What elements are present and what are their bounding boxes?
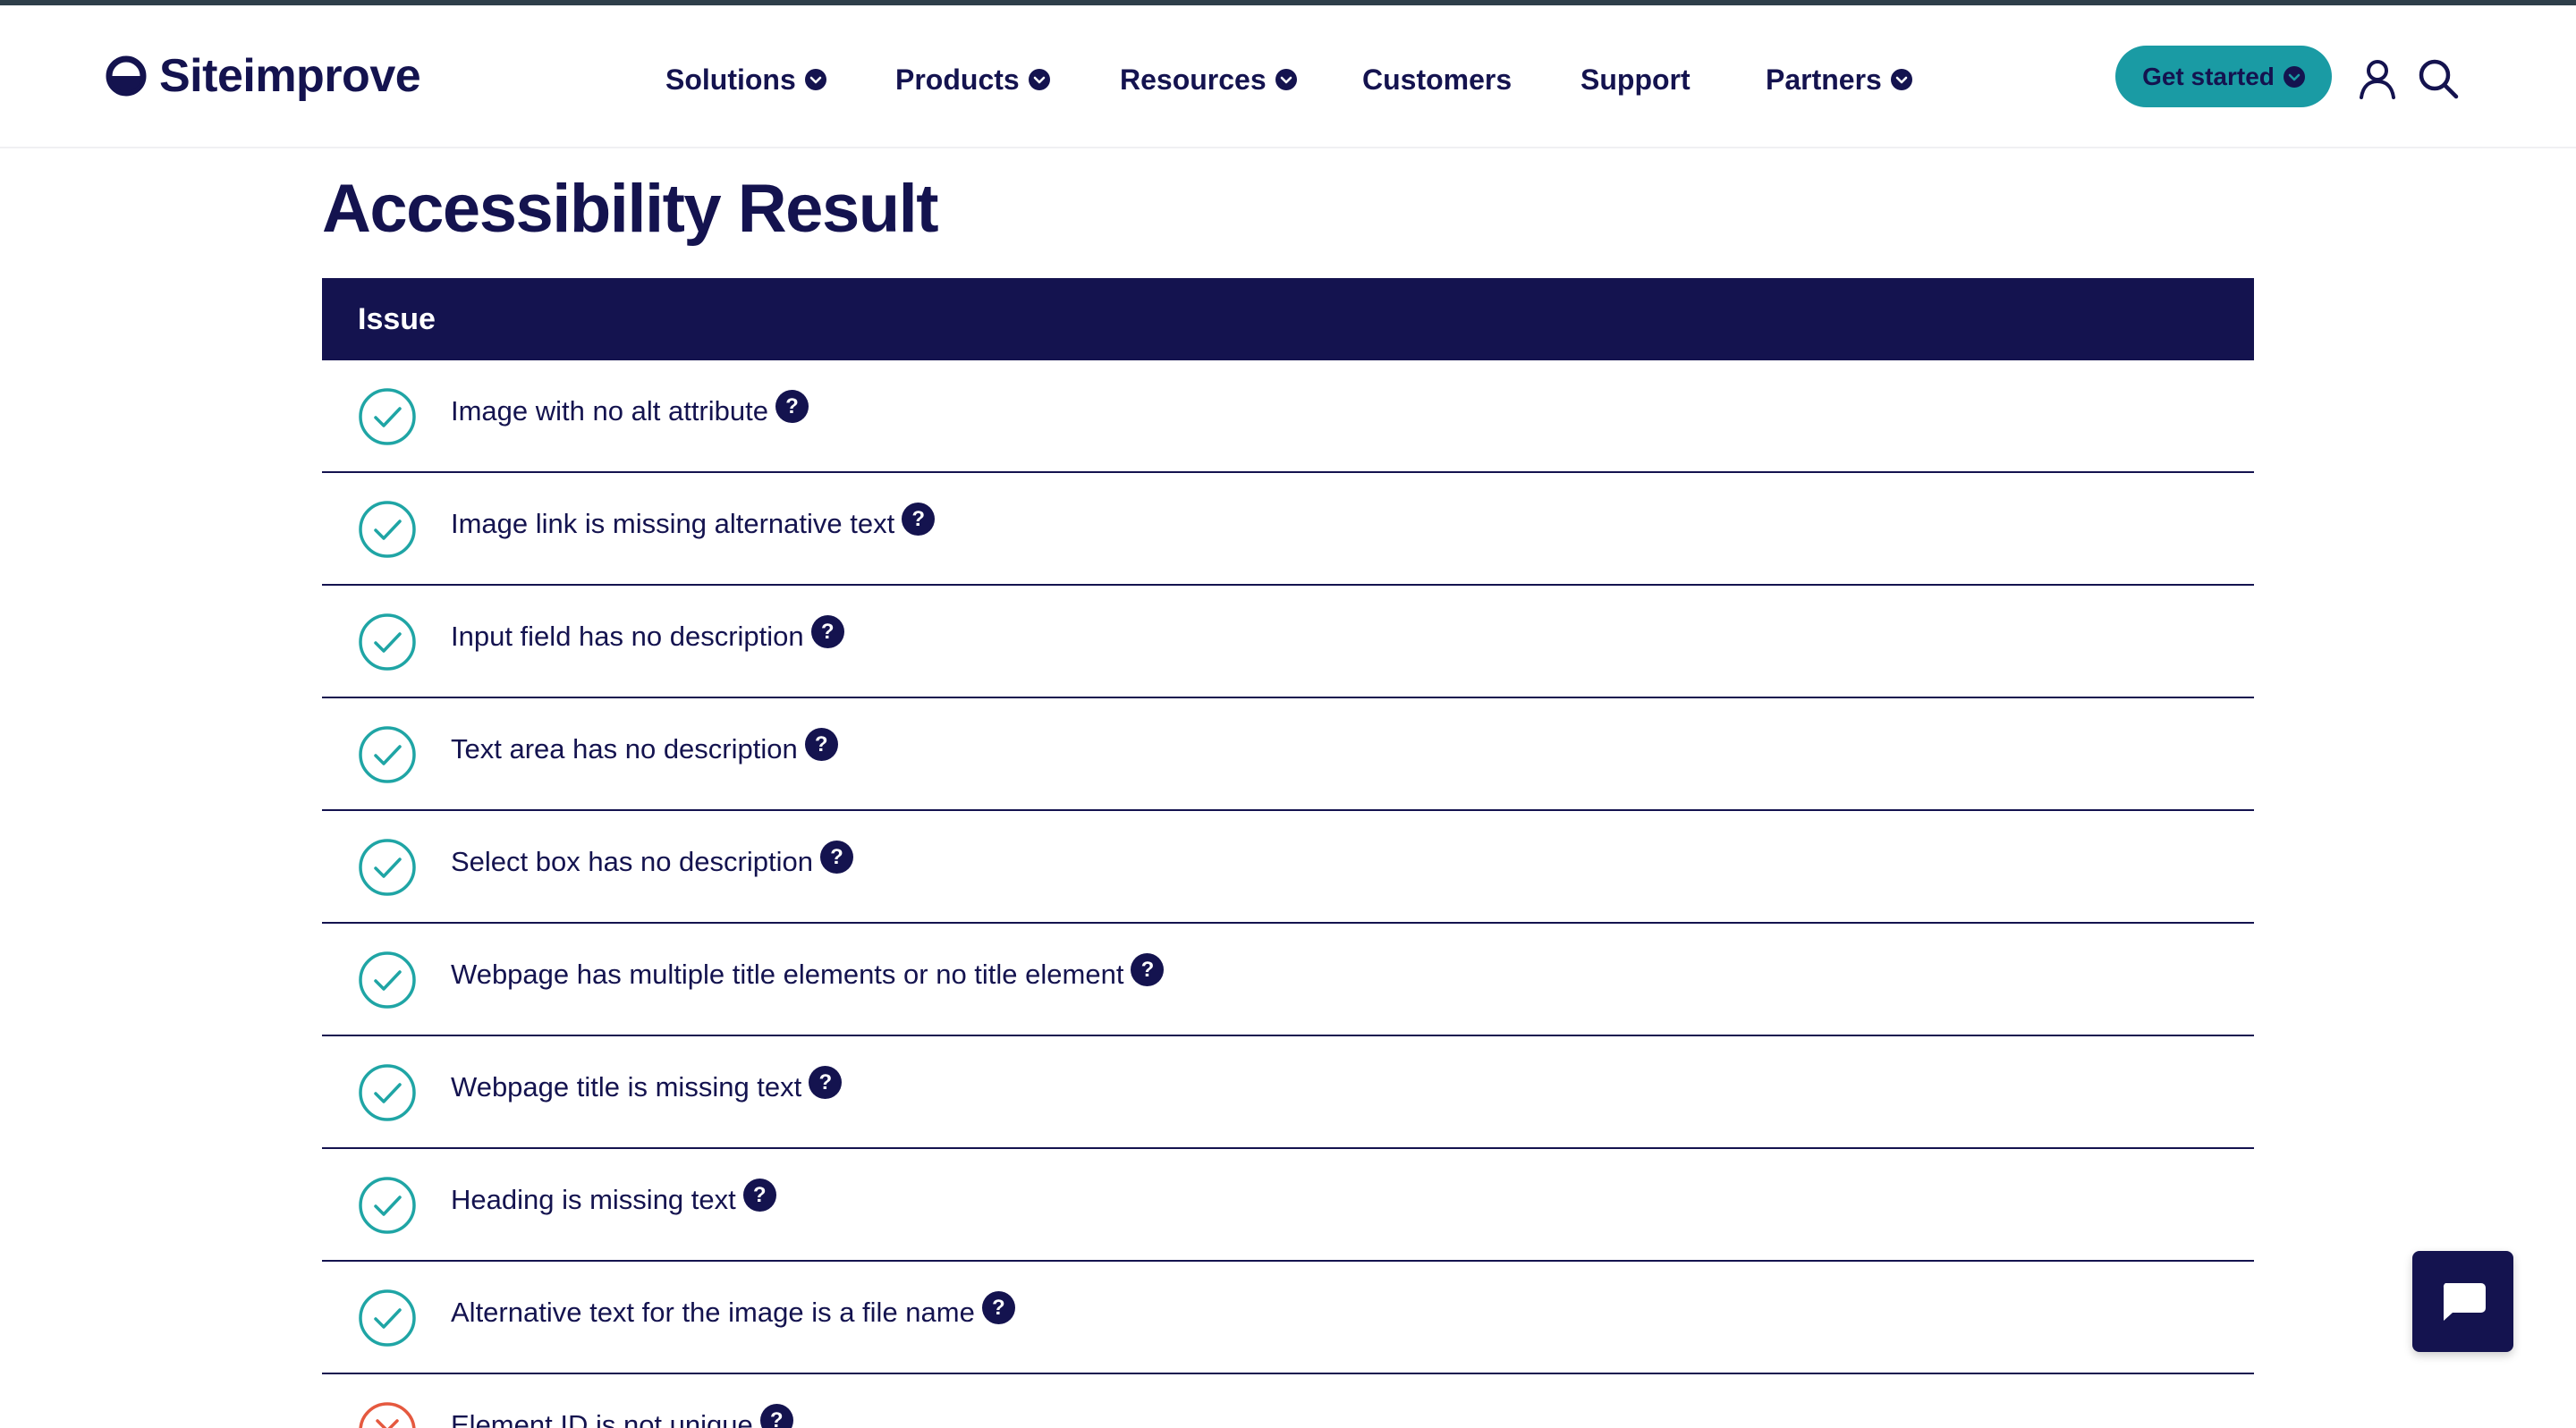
issue-label: Input field has no description (451, 621, 804, 653)
page-title: Accessibility Result (322, 170, 937, 248)
get-started-button[interactable]: Get started (2115, 46, 2332, 107)
help-icon[interactable]: ? (760, 1404, 793, 1428)
check-circle-icon (358, 951, 417, 1010)
table-row: Webpage title is missing text? (322, 1036, 2254, 1149)
check-circle-icon (358, 725, 417, 784)
table-row: Alternative text for the image is a file… (322, 1262, 2254, 1374)
issue-label: Image link is missing alternative text (451, 508, 894, 540)
issue-label: Alternative text for the image is a file… (451, 1297, 975, 1329)
check-circle-icon (358, 838, 417, 897)
nav-item-products[interactable]: Products (895, 57, 1050, 102)
nav-item-partners[interactable]: Partners (1766, 57, 1912, 102)
issue-label: Text area has no description (451, 733, 798, 765)
site-header: Siteimprove Solutions Products Resources… (0, 5, 2576, 148)
table-row: Text area has no description? (322, 698, 2254, 811)
table-row: Select box has no description? (322, 811, 2254, 924)
user-icon[interactable] (2356, 57, 2399, 100)
cta-label: Get started (2142, 63, 2275, 91)
brand-name: Siteimprove (159, 49, 420, 103)
help-icon[interactable]: ? (820, 841, 853, 874)
nav-label: Customers (1362, 63, 1512, 97)
error-circle-icon (358, 1401, 417, 1428)
nav-label: Products (895, 63, 1020, 97)
check-circle-icon (358, 613, 417, 672)
chevron-down-icon (805, 69, 826, 90)
check-circle-icon (358, 1063, 417, 1122)
check-circle-icon (358, 500, 417, 559)
check-circle-icon (358, 1289, 417, 1348)
table-row: Input field has no description? (322, 586, 2254, 698)
chat-button[interactable] (2412, 1251, 2513, 1352)
nav-item-resources[interactable]: Resources (1120, 57, 1297, 102)
brand-logo[interactable]: Siteimprove (106, 45, 420, 107)
column-header-issue: Issue (358, 302, 436, 337)
table-row: Heading is missing text? (322, 1149, 2254, 1262)
chevron-down-icon (1029, 69, 1050, 90)
issue-label: Heading is missing text (451, 1184, 736, 1216)
issue-label: Webpage title is missing text (451, 1071, 801, 1103)
table-row: Webpage has multiple title elements or n… (322, 924, 2254, 1036)
nav-item-solutions[interactable]: Solutions (665, 57, 826, 102)
nav-label: Resources (1120, 63, 1267, 97)
check-circle-icon (358, 1176, 417, 1235)
nav-item-support[interactable]: Support (1580, 57, 1690, 102)
help-icon[interactable]: ? (775, 390, 809, 423)
help-icon[interactable]: ? (811, 615, 844, 648)
nav-label: Support (1580, 63, 1690, 97)
check-circle-icon (358, 387, 417, 446)
table-header: Issue (322, 278, 2254, 360)
search-icon[interactable] (2417, 57, 2460, 100)
table-row: Element ID is not unique? (322, 1374, 2254, 1428)
issue-label: Image with no alt attribute (451, 395, 768, 427)
chat-icon (2440, 1281, 2487, 1322)
chevron-down-icon (1275, 69, 1297, 90)
issue-label: Element ID is not unique (451, 1409, 753, 1428)
nav-label: Partners (1766, 63, 1882, 97)
issue-label: Select box has no description (451, 846, 813, 878)
nav-item-customers[interactable]: Customers (1362, 57, 1512, 102)
help-icon[interactable]: ? (982, 1291, 1015, 1324)
help-icon[interactable]: ? (1131, 953, 1164, 986)
chevron-down-icon (1891, 69, 1912, 90)
help-icon[interactable]: ? (743, 1179, 776, 1212)
table-row: Image with no alt attribute? (322, 360, 2254, 473)
help-icon[interactable]: ? (902, 503, 935, 536)
results-table: Issue Image with no alt attribute? Image… (322, 278, 2254, 1428)
issue-label: Webpage has multiple title elements or n… (451, 959, 1123, 991)
help-icon[interactable]: ? (809, 1066, 842, 1099)
siteimprove-logo-icon (106, 55, 147, 97)
chevron-down-icon (2284, 66, 2305, 88)
nav-label: Solutions (665, 63, 796, 97)
table-row: Image link is missing alternative text? (322, 473, 2254, 586)
help-icon[interactable]: ? (805, 728, 838, 761)
